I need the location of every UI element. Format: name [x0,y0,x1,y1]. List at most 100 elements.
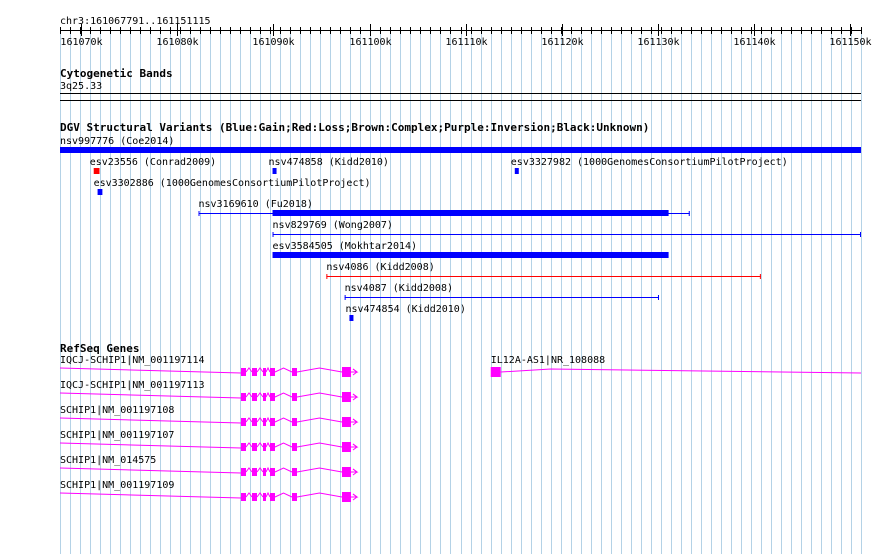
gene-exon [342,492,351,502]
ruler-tick-label: 161080k [156,37,198,48]
gene-exon [292,468,297,476]
gene-intron [256,392,264,398]
position-ruler[interactable]: 161070k 161080k 161090k 161100k 161110k 16112… [0,22,890,72]
gene-exon [270,443,275,451]
gene-exon [270,418,275,426]
gene-exon [252,393,257,401]
gene-exon [292,393,297,401]
gene-intron [274,467,293,473]
gene-exon [263,493,266,501]
gene-intron [274,492,293,498]
gene-exon [252,493,257,501]
gene-intron [296,392,343,398]
gene-model[interactable] [0,365,890,379]
gene-exon [292,493,297,501]
variant-core-bar [272,210,669,216]
gene-intron [296,442,343,448]
gene-intron [245,442,253,448]
ruler-tick-label: 161070k [60,37,102,48]
gene-model[interactable] [0,490,890,504]
gene-intron [265,416,271,423]
gene-intron [500,368,862,374]
track-divider [60,100,861,101]
gene-exon [252,418,257,426]
gene-exon [270,493,275,501]
variant-label-esv23556[interactable]: esv23556 (Conrad2009) [90,157,216,168]
gene-exon [342,467,351,477]
gene-intron [265,491,271,498]
strand-arrow-icon [351,418,358,426]
variant-label-nsv3169610[interactable]: nsv3169610 (Fu2018) [199,199,313,210]
gene-exon [270,393,275,401]
gene-intron [59,467,242,474]
ruler-tick-label: 161140k [733,37,775,48]
variant-bar [349,315,354,321]
genome-browser: chr3:161067791..161151115 161070k 161080k… [0,0,890,554]
variant-glyph-esv3584505[interactable] [0,252,890,262]
cytoband-label: 3q25.33 [60,81,103,92]
variant-glyph-nsv3169610[interactable] [0,210,890,220]
variant-label-nsv474854[interactable]: nsv474854 (Kidd2010) [345,304,465,315]
gene-intron [265,441,271,448]
gene-model[interactable] [0,465,890,479]
variant-glyph-nsv829769[interactable] [0,231,890,241]
gene-model[interactable] [0,440,890,454]
gene-intron [296,417,343,423]
gene-exon [490,367,501,377]
gene-intron [274,417,293,423]
ruler-tick-label: 161150k [829,37,871,48]
gene-exon [241,468,246,476]
ruler-tick-label: 161130k [637,37,679,48]
variant-glyph-esv3327982[interactable] [0,168,890,178]
gene-model[interactable] [0,390,890,404]
gene-intron [265,466,271,473]
variant-bar [272,252,669,258]
gene-intron [59,492,242,499]
variant-label-nsv474858[interactable]: nsv474858 (Kidd2010) [269,157,389,168]
variant-label-esv3584505[interactable]: esv3584505 (Mokhtar2014) [273,241,418,252]
ruler-tick-label: 161120k [541,37,583,48]
gene-exon [270,468,275,476]
variant-glyph-nsv474854[interactable] [0,315,890,325]
strand-arrow-icon [351,393,358,401]
variant-glyph-nsv4087[interactable] [0,294,890,304]
variant-label-nsv997776[interactable]: nsv997776 (Coe2014) [60,136,174,147]
gene-exon [252,443,257,451]
gene-exon [263,393,266,401]
gene-intron [274,442,293,448]
gene-intron [59,442,242,449]
gene-intron [256,442,264,448]
dgv-track-title: DGV Structural Variants (Blue:Gain;Red:L… [60,121,650,134]
gene-intron [274,392,293,398]
gene-exon [263,443,266,451]
gene-exon [241,443,246,451]
ruler-tick-label: 161110k [445,37,487,48]
variant-label-esv3302886[interactable]: esv3302886 (1000GenomesConsortiumPilotPr… [94,178,371,189]
gene-intron [245,392,253,398]
refseq-track-title: RefSeq Genes [60,342,140,355]
gene-intron [256,467,264,473]
variant-label-nsv829769[interactable]: nsv829769 (Wong2007) [273,220,393,231]
gene-intron [296,467,343,473]
strand-arrow-icon [351,468,358,476]
gene-exon [292,443,297,451]
variant-bar [97,189,103,195]
variant-label-nsv4086[interactable]: nsv4086 (Kidd2008) [326,262,434,273]
gene-exon [342,417,351,427]
gene-intron [59,417,242,424]
variant-label-nsv4087[interactable]: nsv4087 (Kidd2008) [345,283,453,294]
variant-glyph-nsv997776[interactable] [0,147,890,157]
variant-glyph-esv3302886[interactable] [0,189,890,199]
gene-exon [263,468,266,476]
gene-model[interactable] [0,415,890,429]
variant-bar [60,147,861,153]
gene-exon [342,442,351,452]
cytoband-track-title: Cytogenetic Bands [60,67,173,80]
variant-glyph-nsv4086[interactable] [0,273,890,283]
ruler-tick-label: 161100k [349,37,391,48]
gene-exon [292,418,297,426]
gene-intron [256,492,264,498]
variant-label-esv3327982[interactable]: esv3327982 (1000GenomesConsortiumPilotPr… [511,157,788,168]
gene-intron [265,391,271,398]
gene-exon [241,493,246,501]
